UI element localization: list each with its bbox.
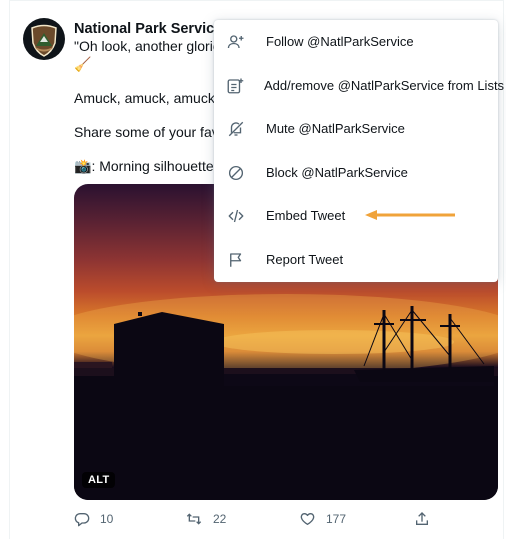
- annotation-arrow-icon: [365, 210, 455, 220]
- block-icon: [226, 163, 246, 183]
- follow-icon: [226, 32, 246, 52]
- menu-item-label: Embed Tweet: [266, 208, 346, 223]
- retweet-count: 22: [213, 512, 227, 526]
- tweet-text-line-4: 📸: Morning silhouette o: [74, 158, 214, 175]
- menu-item-label: Report Tweet: [266, 252, 344, 267]
- menu-item-report-tweet[interactable]: Report Tweet: [214, 238, 498, 281]
- menu-item-mute[interactable]: Mute @NatlParkService: [214, 107, 498, 150]
- tweet-actions: 10 22 177: [74, 511, 434, 531]
- reply-count: 10: [100, 512, 114, 526]
- menu-item-label: Follow @NatlParkService: [266, 34, 414, 49]
- menu-item-label: Add/remove @NatlParkService from Lists: [264, 78, 505, 93]
- tweet-text-line-1: "Oh look, another glorious: [74, 38, 214, 54]
- tweet-more-menu: Follow @NatlParkService Add/remove @Natl…: [214, 20, 504, 282]
- nps-arrowhead-logo: [31, 24, 57, 57]
- menu-item-label: Mute @NatlParkService: [266, 121, 405, 136]
- menu-item-add-remove-lists[interactable]: Add/remove @NatlParkService from Lists: [214, 64, 504, 107]
- avatar[interactable]: [23, 18, 65, 60]
- flag-icon: [226, 250, 246, 270]
- reply-icon: [74, 513, 90, 527]
- tweet-text-line-2: Amuck, amuck, amuck...: [74, 90, 214, 106]
- like-action[interactable]: 177: [299, 511, 346, 527]
- share-icon: [416, 512, 428, 525]
- retweet-action[interactable]: 22: [185, 511, 226, 527]
- like-count: 177: [326, 512, 347, 526]
- camera-emoji: 📸: [74, 158, 92, 174]
- embed-icon: [226, 206, 246, 226]
- timeline-border-left: [9, 0, 10, 539]
- menu-item-label: Block @NatlParkService: [266, 165, 408, 180]
- reply-action[interactable]: 10: [74, 511, 113, 527]
- list-add-icon: [226, 76, 244, 96]
- author-name-text[interactable]: National Park Service: [74, 21, 222, 37]
- menu-item-block[interactable]: Block @NatlParkService: [214, 151, 498, 194]
- timeline-border-top: [9, 0, 504, 1]
- tweet-text-line-3: Share some of your favor: [74, 124, 214, 140]
- share-action[interactable]: [414, 511, 430, 527]
- broom-emoji: 🧹: [74, 56, 92, 72]
- tweet-text-line-4-text: : Morning silhouette o: [91, 158, 214, 174]
- menu-item-follow[interactable]: Follow @NatlParkService: [214, 20, 498, 63]
- alt-text-badge[interactable]: ALT: [82, 472, 116, 488]
- retweet-icon: [186, 513, 202, 525]
- heart-icon: [300, 513, 315, 525]
- mute-icon: [226, 119, 246, 139]
